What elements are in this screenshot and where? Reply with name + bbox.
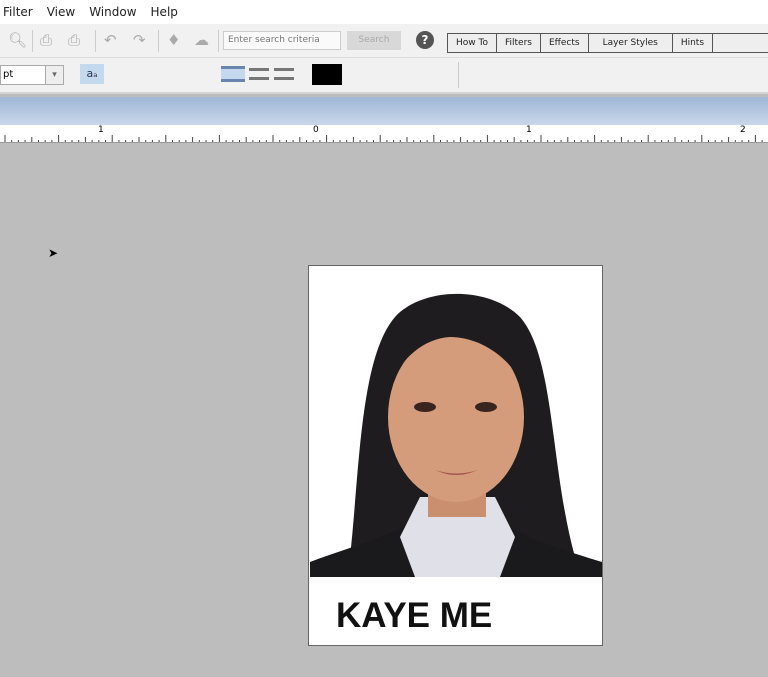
tab-effects[interactable]: Effects: [541, 34, 589, 52]
font-size-unit: pt: [3, 69, 14, 80]
divider: [158, 30, 159, 52]
divider: [218, 30, 219, 52]
portrait-photo: [310, 267, 602, 577]
ruler-label: 2: [740, 125, 746, 135]
horizontal-ruler[interactable]: 1 0 1 2: [0, 125, 768, 143]
help-icon[interactable]: ?: [416, 31, 434, 49]
undo-icon[interactable]: ↶: [104, 31, 117, 49]
divider: [32, 30, 33, 52]
menu-bar: Filter View Window Help: [0, 0, 768, 24]
share-icon[interactable]: ⎙: [68, 31, 80, 49]
tab-filters[interactable]: Filters: [497, 34, 541, 52]
ruler-label: 1: [526, 125, 532, 135]
redo-icon[interactable]: ↷: [133, 31, 146, 49]
ruler-label: 0: [313, 125, 319, 135]
align-left-button[interactable]: [221, 66, 245, 82]
move-cursor-icon: ➤: [48, 246, 59, 260]
tab-how-to[interactable]: How To: [448, 34, 497, 52]
divider: [95, 30, 96, 52]
cloud-icon[interactable]: ☁: [194, 31, 209, 49]
align-center-button[interactable]: [249, 68, 269, 80]
search-input[interactable]: Enter search criteria: [223, 31, 341, 50]
search-button[interactable]: Search: [347, 31, 401, 50]
print-icon[interactable]: ⎙: [40, 31, 52, 49]
menu-filter[interactable]: Filter: [3, 5, 33, 19]
name-label[interactable]: KAYE ME: [336, 596, 492, 636]
menu-help[interactable]: Help: [151, 5, 178, 19]
tab-layer-styles[interactable]: Layer Styles: [589, 34, 673, 52]
document-title-bar: [0, 97, 768, 125]
panel-tabs: How To Filters Effects Layer Styles Hint…: [447, 33, 768, 53]
text-color-swatch[interactable]: [312, 64, 342, 85]
anti-alias-toggle[interactable]: aₐ: [80, 64, 104, 84]
stamp-icon[interactable]: ♦: [167, 31, 180, 49]
tab-hints[interactable]: Hints: [673, 34, 714, 52]
divider: [458, 62, 459, 88]
menu-view[interactable]: View: [47, 5, 75, 19]
chevron-down-icon[interactable]: ▾: [45, 66, 63, 84]
menu-window[interactable]: Window: [89, 5, 136, 19]
id-photo-card[interactable]: KAYE ME: [308, 265, 603, 646]
ruler-label: 1: [98, 125, 104, 135]
zoom-icon[interactable]: 🔍︎: [8, 31, 27, 49]
font-size-select[interactable]: pt ▾: [0, 65, 64, 85]
align-right-button[interactable]: [274, 68, 294, 80]
text-options-bar: [0, 58, 768, 94]
